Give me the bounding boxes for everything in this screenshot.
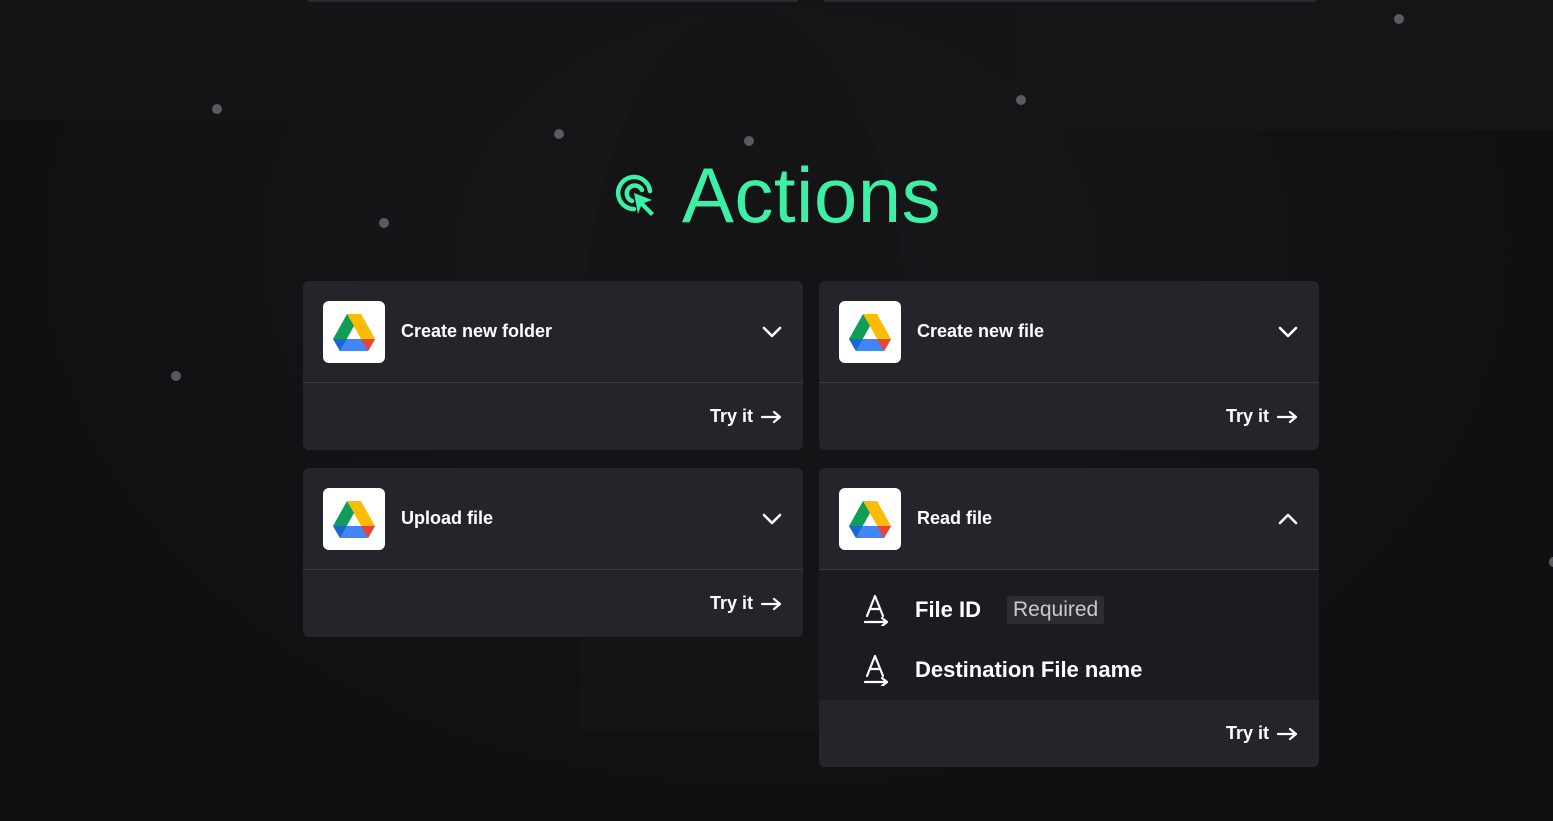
parameter-row: File ID Required [819,580,1319,640]
card-header[interactable]: Create new folder [303,281,803,383]
chevron-down-icon[interactable] [1277,321,1299,343]
parameter-row: Destination File name [819,640,1319,700]
card-title: Create new file [917,321,1045,341]
action-card-read-file: Read file File ID Required Destination F… [819,468,1319,767]
card-footer: Try it [303,383,803,450]
try-it-label: Try it [709,406,753,426]
decorative-dot [1549,557,1553,567]
arrow-right-icon [761,597,782,610]
google-drive-icon [333,500,375,538]
card-header[interactable]: Create new file [819,281,1319,383]
google-drive-logo [323,300,385,363]
google-drive-logo [839,487,901,550]
try-it-link[interactable]: Try it [1226,723,1299,744]
arrow-right-icon [1277,410,1298,423]
try-it-link[interactable]: Try it [710,593,783,614]
action-card-create-new-file: Create new file Try it [819,281,1319,450]
action-card-create-new-folder: Create new folder Try it [303,281,803,450]
chevron-down-icon[interactable] [761,321,783,343]
try-it-link[interactable]: Try it [710,406,783,427]
actions-page: Actions Create new folder Try it Create … [0,0,1553,821]
parameter-name: Destination File name [915,657,1143,682]
top-divider [824,0,1316,2]
chevron-up-icon[interactable] [1277,508,1299,530]
card-title: Upload file [401,508,494,528]
page-header: Actions [0,150,1553,240]
card-footer: Try it [819,700,1319,767]
decorative-dot [212,104,222,114]
required-badge: Required [1007,596,1105,624]
background-shape [1010,0,1553,130]
card-title: Read file [917,508,993,528]
decorative-dot [744,136,754,146]
page-title: Actions [681,151,942,239]
text-input-icon [863,654,889,686]
text-input-icon [863,594,889,626]
background-shape [0,0,550,120]
decorative-dot [1016,95,1026,105]
google-drive-icon [849,500,891,538]
try-it-label: Try it [709,593,753,613]
parameter-name: File ID [915,597,982,622]
card-footer: Try it [303,570,803,637]
action-card-upload-file: Upload file Try it [303,468,803,637]
top-divider [308,0,798,2]
try-it-link[interactable]: Try it [1226,406,1299,427]
arrow-right-icon [761,410,782,423]
cursor-click-icon [615,174,654,216]
arrow-right-icon [1277,727,1298,740]
google-drive-icon [333,313,375,351]
try-it-label: Try it [1225,406,1269,426]
chevron-down-icon[interactable] [761,508,783,530]
parameter-list: File ID Required Destination File name [819,570,1319,700]
card-header[interactable]: Read file [819,468,1319,570]
card-header[interactable]: Upload file [303,468,803,570]
decorative-dot [554,129,564,139]
decorative-dot [1394,14,1404,24]
google-drive-icon [849,313,891,351]
decorative-dot [171,371,181,381]
google-drive-logo [839,300,901,363]
card-footer: Try it [819,383,1319,450]
google-drive-logo [323,487,385,550]
card-title: Create new folder [401,321,553,341]
try-it-label: Try it [1225,723,1269,743]
